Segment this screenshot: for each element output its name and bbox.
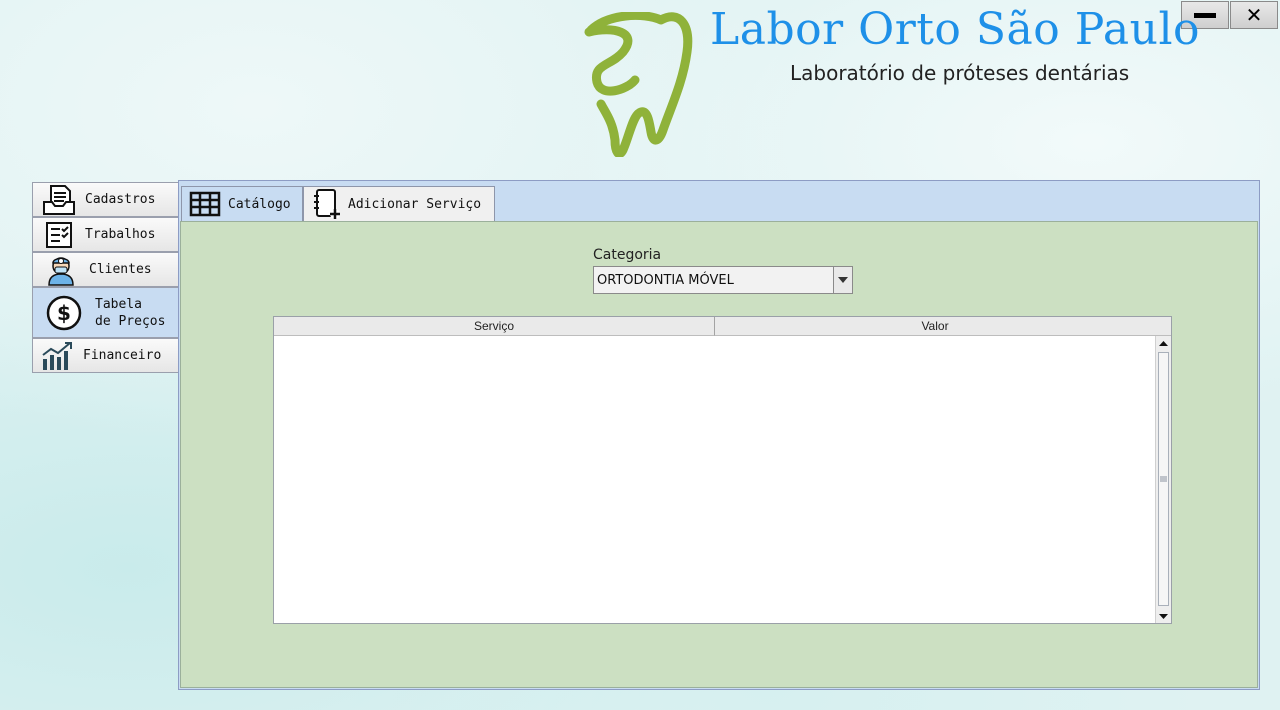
dentist-avatar-icon xyxy=(33,254,89,286)
close-icon: ✕ xyxy=(1245,3,1263,27)
tab-label: Adicionar Serviço xyxy=(348,196,482,212)
tab-catalogo[interactable]: Catálogo xyxy=(181,186,303,221)
tab-label: Catálogo xyxy=(228,196,291,212)
sidebar-item-label: Tabela de Preços xyxy=(95,296,165,330)
dollar-circle-icon: $ xyxy=(33,295,95,331)
close-button[interactable]: ✕ xyxy=(1230,1,1278,29)
category-label: Categoria xyxy=(593,247,662,263)
sidebar-item-clientes[interactable]: Clientes xyxy=(32,252,178,287)
catalog-content: Categoria ORTODONTIA MÓVEL Serviço Valor xyxy=(180,221,1258,688)
sidebar-item-label-line1: Tabela xyxy=(95,296,142,312)
document-tray-icon xyxy=(33,184,85,216)
column-header-valor[interactable]: Valor xyxy=(715,317,1156,336)
scroll-down-icon[interactable] xyxy=(1156,609,1171,623)
table-grid-icon xyxy=(182,191,228,217)
vertical-scrollbar[interactable] xyxy=(1155,336,1171,623)
table-header: Serviço Valor xyxy=(274,317,1156,336)
scroll-up-icon[interactable] xyxy=(1156,336,1171,350)
sidebar-item-label: Financeiro xyxy=(83,348,162,363)
category-selected-value: ORTODONTIA MÓVEL xyxy=(597,272,734,288)
growth-chart-icon xyxy=(33,341,83,371)
sidebar-item-label: Cadastros xyxy=(85,192,156,207)
tooth-logo-icon xyxy=(584,12,693,157)
column-header-servico[interactable]: Serviço xyxy=(274,317,715,336)
app-title: Labor Orto São Paulo xyxy=(710,4,1201,55)
main-panel: Catálogo Adicionar Serviço Categoria ORT… xyxy=(178,180,1260,690)
sidebar-item-financeiro[interactable]: Financeiro xyxy=(32,338,178,373)
tab-adicionar-servico[interactable]: Adicionar Serviço xyxy=(303,186,495,221)
scroll-thumb[interactable] xyxy=(1158,352,1169,606)
sidebar-item-label-line2: de Preços xyxy=(95,313,166,329)
checklist-icon xyxy=(33,221,85,249)
table-corner xyxy=(1155,317,1171,336)
sidebar-item-tabela-de-precos[interactable]: $ Tabela de Preços xyxy=(32,287,178,338)
sidebar-item-label: Clientes xyxy=(89,262,152,277)
services-table: Serviço Valor xyxy=(273,316,1172,624)
category-select[interactable]: ORTODONTIA MÓVEL xyxy=(593,266,853,294)
sidebar-item-trabalhos[interactable]: Trabalhos xyxy=(32,217,178,252)
app-subtitle: Laboratório de próteses dentárias xyxy=(790,61,1130,85)
sidebar-item-label: Trabalhos xyxy=(85,227,156,242)
notebook-add-icon xyxy=(304,188,348,220)
chevron-down-icon[interactable] xyxy=(833,267,852,293)
grip-icon xyxy=(1160,476,1167,482)
sidebar-item-cadastros[interactable]: Cadastros xyxy=(32,182,178,217)
svg-text:$: $ xyxy=(57,301,71,325)
